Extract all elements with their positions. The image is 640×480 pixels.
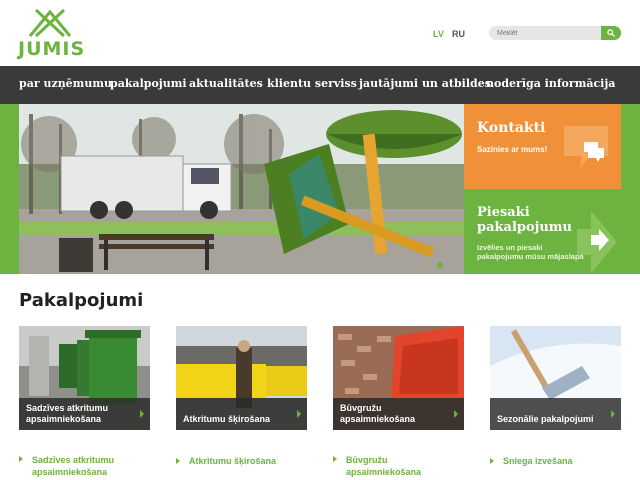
nav-item-par-uznemumu[interactable]: par uzņēmumu [19,77,112,90]
hero-right-strip [621,104,640,274]
link-sadzives-atkritumu[interactable]: Sadzīves atkritumu apsaimniekošana [32,454,142,478]
jumis-logo[interactable]: JUMIS [18,8,84,60]
card-caption: Atkritumu šķirošana [176,398,307,430]
card-caption: Būvgružu apsaimniekošana [333,398,464,430]
search-button[interactable] [601,26,621,40]
nav-item-klientu-serviss[interactable]: klientu serviss [267,77,357,90]
service-card-skirosana[interactable]: Atkritumu šķirošana [176,326,307,430]
arrow-right-icon [577,211,617,273]
kontakti-title: Kontakti [477,120,546,136]
logo-mark-icon [28,8,72,38]
card-caption-text: Sezonālie pakalpojumi [497,414,594,424]
lang-ru-link[interactable]: RU [452,29,465,39]
nav-item-aktualitates[interactable]: aktualitātes [189,77,263,90]
piesaki-subtitle: Izvēlies un piesaki pakalpojumu mūsu māj… [477,243,584,261]
main-nav: par uzņēmumu pakalpojumi aktualitātes kl… [0,66,640,104]
caption-arrow-icon [297,410,301,418]
nav-item-pakalpojumi[interactable]: pakalpojumi [110,77,187,90]
card-caption-text: Sadzīves atkritumu apsaimniekošana [26,403,109,424]
link-atkritumu-skirosana[interactable]: Atkritumu šķirošana [189,455,276,467]
caption-arrow-icon [611,410,615,418]
bullet-icon [333,456,337,462]
bullet-icon [19,456,23,462]
speech-bubble-icon [564,126,608,168]
nav-item-jautajumi[interactable]: jautājumi un atbildes [359,77,491,90]
hero-photo [19,104,464,274]
service-card-sadzives[interactable]: Sadzīves atkritumu apsaimniekošana [19,326,150,430]
kontakti-subtitle: Sazinies ar mums! [477,145,548,154]
search-box [489,26,621,40]
caption-arrow-icon [454,410,458,418]
search-input[interactable] [489,26,601,40]
hero-banner: Kontakti Sazinies ar mums! Piesaki pakal… [0,104,640,274]
card-caption-text: Atkritumu šķirošana [183,414,271,424]
card-caption-text: Būvgružu apsaimniekošana [340,403,416,424]
card-caption: Sadzīves atkritumu apsaimniekošana [19,398,150,430]
header: JUMIS LV RU [0,0,640,66]
bullet-icon [490,458,494,464]
service-card-sezonalie[interactable]: Sezonālie pakalpojumi [490,326,621,430]
card-caption: Sezonālie pakalpojumi [490,398,621,430]
link-sniega-izvesana[interactable]: Sniega izvešana [503,455,573,467]
nav-item-noderiga-informacija[interactable]: noderīga informācija [486,77,615,90]
lang-lv-link[interactable]: LV [433,29,444,39]
hero-left-strip [0,104,19,274]
kontakti-tile[interactable]: Kontakti Sazinies ar mums! [464,104,621,189]
piesaki-title: Piesaki pakalpojumu [477,205,573,235]
link-buvgruzu[interactable]: Būvgružu apsaimniekošana [346,454,426,478]
caption-arrow-icon [140,410,144,418]
piesaki-pakalpojumu-tile[interactable]: Piesaki pakalpojumu Izvēlies un piesaki … [464,189,621,274]
slider-dot[interactable] [437,262,443,268]
service-card-buvgruzi[interactable]: Būvgružu apsaimniekošana [333,326,464,430]
search-icon [607,29,615,37]
section-title-pakalpojumi: Pakalpojumi [19,290,144,311]
bullet-icon [176,458,180,464]
logo-text: JUMIS [18,38,86,60]
